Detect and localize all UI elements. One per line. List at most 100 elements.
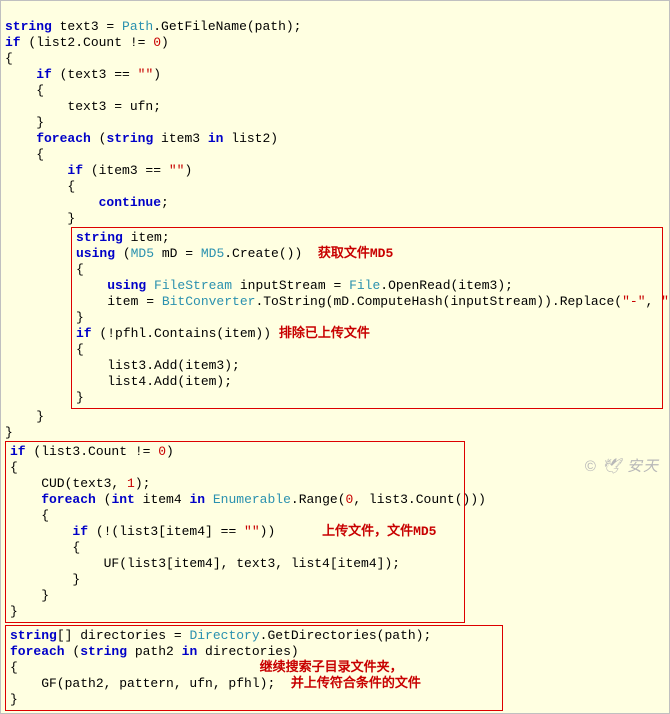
code-token: MD5 — [201, 246, 224, 261]
code-token: ; — [161, 195, 169, 210]
code-token: string — [80, 644, 127, 659]
code-token: in — [208, 131, 224, 146]
code-token: File — [349, 278, 380, 293]
code-token: } — [10, 692, 18, 707]
code-token: string — [5, 19, 52, 34]
code-token: item3 — [153, 131, 208, 146]
code-token: text3 = — [52, 19, 122, 34]
annotation-recurse-2: 并上传符合条件的文件 — [291, 676, 421, 691]
code-token: ) — [153, 67, 161, 82]
code-token: int — [111, 492, 134, 507]
code-token: ( — [91, 131, 107, 146]
code-token: 0 — [153, 35, 161, 50]
code-token: item = — [76, 294, 162, 309]
code-token: , — [646, 294, 662, 309]
code-token: ( — [115, 246, 131, 261]
code-token: Enumerable — [213, 492, 291, 507]
code-token: MD5 — [131, 246, 154, 261]
highlight-box-upload: if (list3.Count != 0) { CUD(text3, 1); f… — [5, 441, 465, 623]
code-token: } — [10, 588, 49, 603]
code-token: mD = — [154, 246, 201, 261]
code-token: string — [106, 131, 153, 146]
code-token: (item3 == — [83, 163, 169, 178]
code-token — [205, 492, 213, 507]
code-token: foreach — [10, 644, 65, 659]
code-token: Path — [122, 19, 153, 34]
code-token: } — [10, 604, 18, 619]
code-token: { — [10, 508, 49, 523]
code-token: Directory — [189, 628, 259, 643]
code-token: path2 — [127, 644, 182, 659]
code-token: using — [76, 278, 146, 293]
code-token: if — [5, 35, 21, 50]
code-token: { — [76, 262, 84, 277]
code-token: 0 — [158, 444, 166, 459]
highlight-box-md5: string item; using (MD5 mD = MD5.Create(… — [71, 227, 663, 409]
code-token: in — [189, 492, 205, 507]
code-token: text3 = ufn; — [5, 99, 161, 114]
code-token: { — [10, 540, 80, 555]
code-token: } — [5, 409, 44, 424]
code-token: [] directories = — [57, 628, 190, 643]
code-token: item4 — [135, 492, 190, 507]
code-token: if — [5, 163, 83, 178]
code-token: (!(list3[item4] == — [88, 524, 244, 539]
code-token: 1 — [127, 476, 135, 491]
code-token: (text3 == — [52, 67, 138, 82]
code-token: if — [10, 444, 26, 459]
code-token: } — [76, 310, 84, 325]
annotation-get-md5: 获取文件MD5 — [318, 246, 393, 261]
code-token: } — [10, 572, 80, 587]
code-token: { — [10, 660, 260, 675]
code-token: "" — [244, 524, 260, 539]
code-token: string — [10, 628, 57, 643]
code-token: "" — [138, 67, 154, 82]
code-token: } — [5, 211, 75, 226]
code-token: (!pfhl.Contains(item)) — [92, 326, 279, 341]
code-token: } — [5, 425, 13, 440]
code-token: "" — [169, 163, 185, 178]
code-token: .ToString(mD.ComputeHash(inputStream)).R… — [255, 294, 622, 309]
code-token: ) — [184, 163, 192, 178]
code-token: .GetFileName(path); — [153, 19, 301, 34]
annotation-upload-file: 上传文件，文件MD5 — [322, 524, 436, 539]
code-token: foreach — [5, 131, 91, 146]
code-token: list3.Add(item3); — [76, 358, 240, 373]
code-token: if — [76, 326, 92, 341]
code-token: list4.Add(item); — [76, 374, 232, 389]
code-token: { — [5, 179, 75, 194]
code-token: (list3.Count != — [26, 444, 159, 459]
code-token: inputStream = — [232, 278, 349, 293]
code-token: { — [10, 460, 18, 475]
code-token: using — [76, 246, 115, 261]
code-token: in — [182, 644, 198, 659]
code-token: .GetDirectories(path); — [260, 628, 432, 643]
code-token: string — [76, 230, 123, 245]
code-token: , list3.Count())) — [353, 492, 486, 507]
code-token: list2) — [223, 131, 278, 146]
code-token: .OpenRead(item3); — [380, 278, 513, 293]
code-token: { — [5, 83, 44, 98]
code-token: directories) — [197, 644, 298, 659]
code-token — [146, 278, 154, 293]
code-token: ) — [166, 444, 174, 459]
highlight-box-recurse: string[] directories = Directory.GetDire… — [5, 625, 503, 711]
code-token: foreach — [10, 492, 96, 507]
code-token: BitConverter — [162, 294, 256, 309]
code-token: ( — [65, 644, 81, 659]
code-token: FileStream — [154, 278, 232, 293]
watermark-antiy: © 🕊 安天 — [585, 459, 659, 475]
code-token: } — [5, 115, 44, 130]
code-block: string text3 = Path.GetFileName(path); i… — [0, 0, 670, 714]
code-token: CUD(text3, — [10, 476, 127, 491]
code-token: (list2.Count != — [21, 35, 154, 50]
code-token: UF(list3[item4], text3, list4[item4]); — [10, 556, 400, 571]
code-token: { — [76, 342, 84, 357]
code-token: { — [5, 147, 44, 162]
annotation-recurse-1: 继续搜索子目录文件夹， — [260, 660, 403, 675]
code-token: item; — [123, 230, 170, 245]
code-token: .Range( — [291, 492, 346, 507]
code-token: "-" — [622, 294, 645, 309]
code-token: } — [76, 390, 84, 405]
code-token: if — [10, 524, 88, 539]
